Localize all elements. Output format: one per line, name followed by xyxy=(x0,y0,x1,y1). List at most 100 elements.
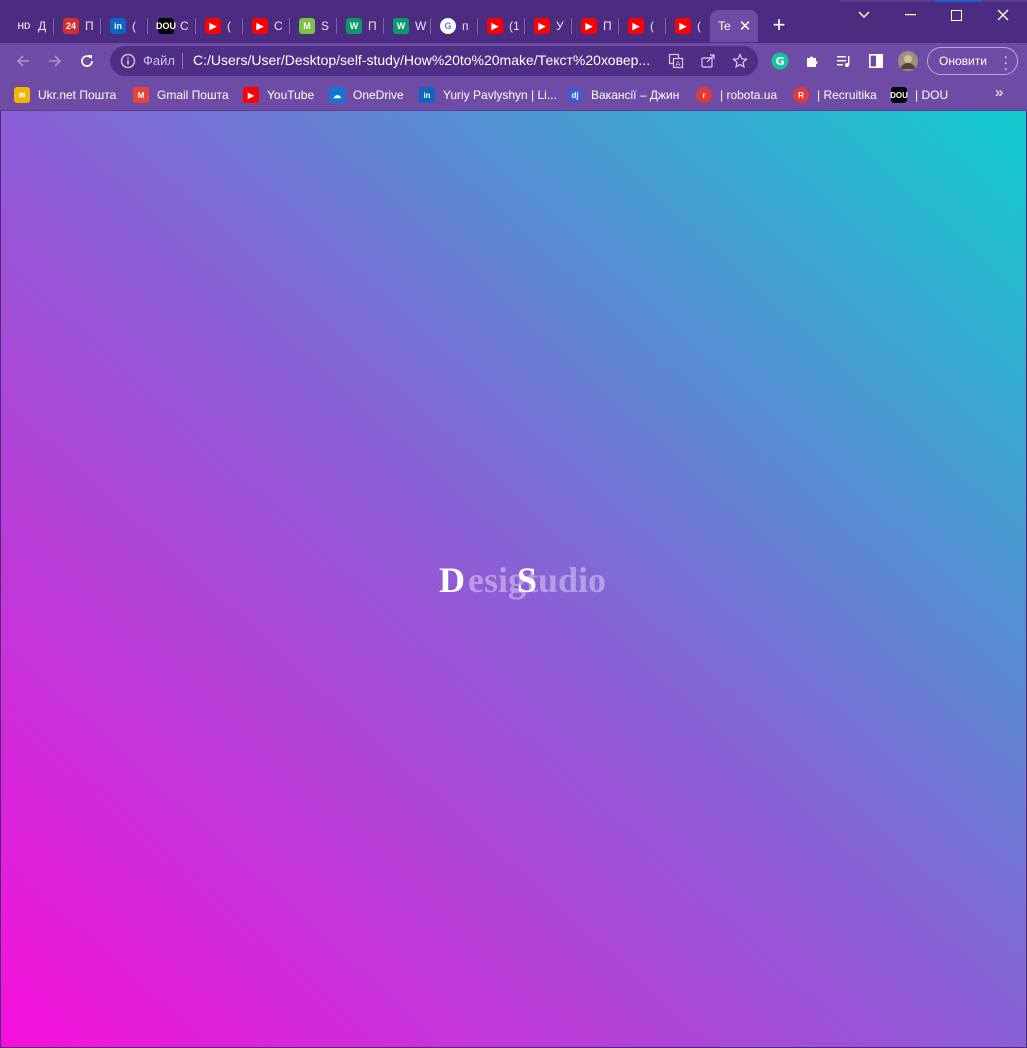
grammarly-extension[interactable]: G xyxy=(770,51,790,71)
tab-search-button[interactable] xyxy=(841,0,887,30)
robota-icon: r xyxy=(696,87,712,103)
bookmark-linkedin[interactable]: in Yuriy Pavlyshyn | Li... xyxy=(419,85,557,105)
toolbar: Файл C:/Users/User/Desktop/self-study/Ho… xyxy=(0,43,1027,79)
bookmark-djinni[interactable]: dj Вакансії – Джин xyxy=(567,85,679,105)
maximize-button[interactable] xyxy=(933,0,979,30)
omnibox-divider xyxy=(182,53,183,69)
star-icon[interactable] xyxy=(732,53,748,69)
tab-favicon-icon: W xyxy=(393,18,409,34)
bookmark-dou[interactable]: DOU | DOU xyxy=(890,85,949,105)
tab-title: П xyxy=(368,19,377,33)
tab-title: ( xyxy=(227,19,231,33)
brand-letter-d: D xyxy=(439,560,465,600)
youtube-icon: ▶ xyxy=(243,87,259,103)
bookmark-label: | robota.ua xyxy=(720,88,778,102)
tab-13[interactable]: ▶ П xyxy=(573,10,619,42)
tab-separator xyxy=(477,18,478,34)
side-panel-icon xyxy=(869,54,883,68)
menu-dots-icon[interactable]: · · · xyxy=(1003,49,1008,75)
profile-avatar[interactable] xyxy=(898,51,918,71)
tab-5[interactable]: ▶( xyxy=(197,10,243,42)
tab-title: ( xyxy=(132,19,136,33)
reload-button[interactable] xyxy=(75,49,99,73)
close-window-button[interactable] xyxy=(980,0,1026,30)
arrow-left-icon xyxy=(16,55,29,67)
gmail-icon: M xyxy=(133,87,149,103)
share-icon[interactable] xyxy=(700,53,716,69)
bookmark-label: OneDrive xyxy=(353,88,404,102)
minimize-icon xyxy=(904,14,916,16)
site-info-label[interactable]: Файл xyxy=(143,53,175,68)
tab-8[interactable]: WП xyxy=(338,10,384,42)
tab-separator xyxy=(53,18,54,34)
tab-favicon-icon: 24 xyxy=(63,18,79,34)
bookmark-label: Yuriy Pavlyshyn | Li... xyxy=(443,88,557,102)
forward-button[interactable] xyxy=(43,49,67,73)
tab-separator xyxy=(147,18,148,34)
translate-icon[interactable]: A xyxy=(668,53,684,69)
tab-title: С xyxy=(180,19,189,33)
svg-text:G: G xyxy=(776,55,785,68)
onedrive-icon: ☁ xyxy=(329,87,345,103)
minimize-button[interactable] xyxy=(887,0,933,30)
tab-active[interactable]: Te ✕ xyxy=(710,10,758,42)
tab-15[interactable]: ▶( xyxy=(667,10,713,42)
tab-separator xyxy=(242,18,243,34)
url-text[interactable]: C:/Users/User/Desktop/self-study/How%20t… xyxy=(193,52,653,68)
bookmark-ukrnet[interactable]: ✉ Ukr.net Пошта xyxy=(14,85,116,105)
tab-2[interactable]: 24 П xyxy=(55,10,101,42)
more-bookmarks-icon[interactable]: » xyxy=(995,84,1003,101)
playlist-icon xyxy=(837,56,850,67)
close-tab-icon[interactable]: ✕ xyxy=(739,19,752,34)
bookmark-youtube[interactable]: ▶ YouTube xyxy=(243,85,314,105)
tab-favicon-icon: ▶ xyxy=(581,18,597,34)
ukrnet-icon: ✉ xyxy=(14,87,30,103)
tab-9[interactable]: WW xyxy=(385,10,431,42)
tab-favicon-icon: ▶ xyxy=(628,18,644,34)
media-control-button[interactable] xyxy=(834,51,854,71)
svg-text:A: A xyxy=(676,60,681,68)
tab-separator xyxy=(195,18,196,34)
tab-favicon-icon: in xyxy=(110,18,126,34)
tab-favicon-icon: ▶ xyxy=(675,18,691,34)
tab-6[interactable]: ▶ С xyxy=(244,10,290,42)
tab-strip: HD Д 24 Пin(DOU С ▶(▶ С M S W П W W Gп ▶ (1 ▶ У ▶ П ▶(▶( Te … xyxy=(0,0,1027,43)
bookmark-label: Gmail Пошта xyxy=(157,88,229,102)
tab-3[interactable]: in ( xyxy=(102,10,148,42)
address-bar[interactable]: Файл C:/Users/User/Desktop/self-study/Ho… xyxy=(110,46,758,76)
tab-favicon-icon: HD xyxy=(17,21,31,31)
tab-favicon-icon: G xyxy=(440,18,456,34)
reload-icon xyxy=(81,55,93,67)
tab-separator xyxy=(430,18,431,34)
bookmark-label: | DOU xyxy=(915,88,949,102)
extensions-button[interactable] xyxy=(802,51,822,71)
bookmark-gmail[interactable]: M Gmail Пошта xyxy=(133,85,229,105)
tab-14[interactable]: ▶( xyxy=(620,10,666,42)
maximize-icon xyxy=(950,9,962,21)
tab-separator xyxy=(289,18,290,34)
dou-icon: DOU xyxy=(890,87,908,103)
tab-title: п xyxy=(462,19,469,33)
side-panel-button[interactable] xyxy=(866,51,886,71)
tab-favicon-icon: ▶ xyxy=(252,18,268,34)
tab-4[interactable]: DOU С xyxy=(150,10,196,42)
tab-favicon-icon: ▶ xyxy=(205,18,221,34)
info-icon[interactable] xyxy=(120,53,136,69)
bookmark-robota[interactable]: r | robota.ua xyxy=(696,85,777,105)
tab-favicon-icon: ▶ xyxy=(487,18,503,34)
new-tab-button[interactable]: + xyxy=(768,14,790,36)
bookmarks-bar: ✉ Ukr.net Пошта M Gmail Пошта ▶ YouTube ☁ OneDr… xyxy=(0,79,1027,111)
tab-12[interactable]: ▶ У xyxy=(526,10,572,42)
bookmark-label: | Recruitika xyxy=(817,88,877,102)
back-button[interactable] xyxy=(11,49,35,73)
tab-1[interactable]: HD Д xyxy=(8,10,54,42)
tab-title: ( xyxy=(650,19,654,33)
update-button[interactable]: Оновити · · · xyxy=(927,47,1018,75)
puzzle-icon xyxy=(807,56,818,67)
bookmark-onedrive[interactable]: ☁ OneDrive xyxy=(329,85,404,105)
tab-10[interactable]: Gп xyxy=(432,10,478,42)
tab-11[interactable]: ▶ (1 xyxy=(479,10,525,42)
tab-title: П xyxy=(85,19,94,33)
tab-7[interactable]: MS xyxy=(291,10,337,42)
bookmark-recruitika[interactable]: R | Recruitika xyxy=(793,85,877,105)
